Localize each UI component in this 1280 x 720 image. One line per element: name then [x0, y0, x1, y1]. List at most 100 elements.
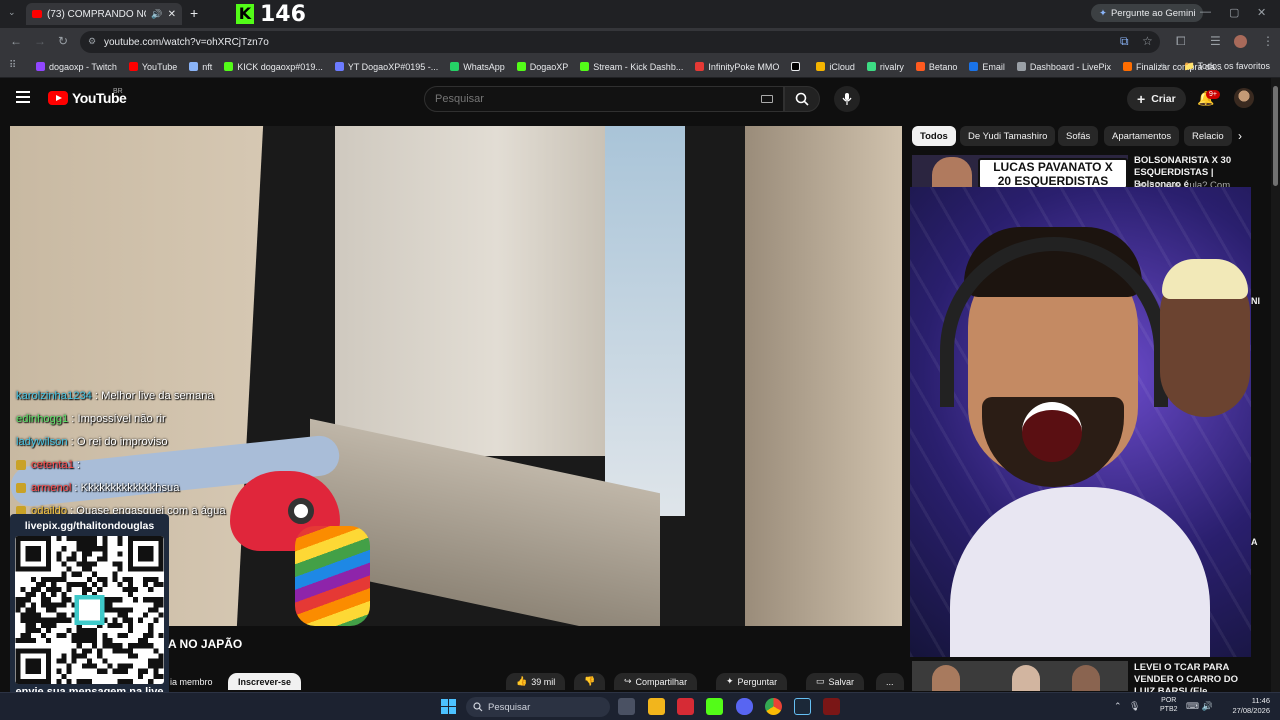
save-button[interactable]: ▭ Salvar — [806, 673, 865, 690]
address-bar[interactable]: ⚙ youtube.com/watch?v=ohXRCjTzn7o — [80, 31, 1160, 53]
close-window-icon[interactable]: ✕ — [1257, 6, 1266, 19]
bookmark-item[interactable]: Email — [969, 62, 1005, 72]
clock-date: 27/08/2026 — [1232, 706, 1270, 715]
bookmark-star-icon[interactable]: ☆ — [1142, 34, 1153, 48]
apps-grid-icon[interactable]: ⠿ — [9, 60, 16, 71]
voice-search-button[interactable] — [834, 86, 860, 112]
crown-badge-icon — [16, 482, 26, 493]
filter-chip[interactable]: De Yudi Tamashiro — [960, 126, 1056, 146]
windows-start-icon[interactable] — [441, 699, 456, 714]
audio-playing-icon[interactable]: 🔊 — [151, 9, 162, 20]
tab-title: (73) COMPRANDO NOSSA — [47, 8, 146, 20]
ask-label: Perguntar — [737, 676, 778, 687]
qr-code-icon — [15, 536, 164, 684]
chat-message: karolzinha1234: Melhor live da semana — [16, 384, 316, 407]
bookmark-item[interactable]: YT DogaoXP#0195 -... — [334, 62, 438, 72]
recommendation-large-thumbnail[interactable] — [910, 187, 1251, 657]
all-bookmarks-folder[interactable]: 📁 Todos os favoritos — [1184, 61, 1270, 72]
close-tab-icon[interactable]: ✕ — [168, 9, 176, 20]
more-bookmarks-icon[interactable]: » — [1160, 60, 1166, 71]
ask-button[interactable]: ✦ Perguntar — [716, 673, 788, 690]
scrollbar-thumb[interactable] — [1273, 86, 1278, 186]
steam-icon[interactable] — [794, 698, 811, 715]
recommendation-thumbnail[interactable]: LUCAS PAVANATO X 20 ESQUERDISTAS — [912, 155, 1128, 189]
bookmark-item[interactable]: Betano — [915, 62, 957, 72]
bookmark-item[interactable]: InfinityPoke MMO — [695, 62, 779, 72]
bookmark-favicon-icon — [816, 62, 826, 71]
new-tab-button[interactable]: + — [190, 5, 198, 21]
chips-next-arrow-icon[interactable]: › — [1238, 129, 1242, 143]
ask-gemini-button[interactable]: ✦ Pergunte ao Gemini — [1091, 4, 1204, 22]
bookmark-favicon-icon — [189, 62, 199, 71]
bookmark-item[interactable]: YouTube — [128, 62, 177, 72]
bookmark-label: Dashboard - LivePix — [1029, 61, 1111, 72]
search-input[interactable] — [424, 86, 784, 112]
discord-icon[interactable] — [736, 698, 753, 715]
task-view-icon[interactable] — [618, 698, 635, 715]
app-red-icon[interactable] — [677, 698, 694, 715]
bookmark-item[interactable]: Dashboard - LivePix — [1016, 61, 1111, 72]
guide-menu-icon[interactable] — [16, 91, 30, 103]
search-icon — [473, 702, 483, 712]
recommendation-thumbnail[interactable] — [912, 661, 1128, 691]
filter-chip[interactable]: Relacio — [1184, 126, 1232, 146]
reading-list-icon[interactable]: ☰ — [1210, 34, 1221, 48]
share-button[interactable]: ↪ Compartilhar — [614, 673, 698, 690]
thumbnail-person — [1012, 665, 1040, 691]
taskbar-search[interactable]: Pesquisar — [466, 697, 610, 717]
back-icon[interactable]: ← — [10, 34, 22, 48]
create-button[interactable]: + Criar — [1127, 87, 1186, 111]
bookmark-item[interactable]: iCloud — [816, 62, 855, 72]
minimize-window-icon[interactable]: — — [1200, 6, 1211, 18]
file-explorer-icon[interactable] — [648, 698, 665, 715]
network-volume-icons[interactable]: ⌨ 🔊 — [1186, 701, 1213, 712]
more-actions-button[interactable]: ... — [876, 673, 904, 690]
bookmark-item[interactable]: DogaoXP — [516, 61, 569, 72]
chat-message: ladywilson: O rei do improviso — [16, 430, 316, 453]
windows-taskbar: Pesquisar ⌃ 🎙 POR PTB2 ⌨ 🔊 11:46 27/08/2… — [0, 692, 1280, 720]
bookmark-item[interactable] — [791, 62, 804, 71]
bookmark-item[interactable]: dogaoxp - Twitch — [36, 62, 117, 72]
bookmark-item[interactable]: WhatsApp — [450, 62, 505, 72]
subscribe-button[interactable]: Inscrever-se — [228, 673, 302, 690]
crown-badge-icon — [16, 459, 26, 470]
system-tray-icons[interactable]: ⌃ 🎙 — [1114, 701, 1140, 712]
account-avatar[interactable] — [1234, 88, 1254, 108]
chat-text: : O rei do improviso — [70, 435, 168, 448]
edge-text: A — [1251, 537, 1258, 547]
tab-list-dropdown-icon[interactable]: ⌄ — [8, 7, 16, 18]
taskbar-clock[interactable]: 11:46 27/08/2026 — [1218, 696, 1270, 716]
bookmark-item[interactable]: Stream - Kick Dashb... — [580, 62, 683, 72]
forward-icon[interactable]: → — [34, 34, 46, 48]
join-membership-button[interactable]: ia membro — [160, 673, 223, 690]
browser-tab-youtube[interactable]: (73) COMPRANDO NOSSA 🔊 ✕ — [26, 3, 182, 25]
reload-icon[interactable]: ↻ — [58, 34, 68, 48]
maximize-window-icon[interactable]: ▢ — [1229, 6, 1239, 19]
bookmark-label: DogaoXP — [529, 61, 569, 72]
browser-toolbar: ← → ↻ ⚙ youtube.com/watch?v=ohXRCjTzn7o … — [0, 28, 1280, 56]
site-info-icon[interactable]: ⚙ — [88, 36, 96, 47]
browser-menu-icon[interactable]: ⋮ — [1262, 34, 1274, 48]
translate-icon[interactable]: ⧉ — [1120, 34, 1129, 49]
bookmark-item[interactable]: KICK dogaoxp#019... — [224, 62, 323, 72]
chrome-icon[interactable] — [765, 698, 782, 715]
dislike-button[interactable]: 👎 — [574, 673, 606, 690]
input-language[interactable]: POR PTB2 — [1160, 696, 1178, 714]
video-actions-row: ia membro Inscrever-se 👍 39 mil 👎 ↪ Comp… — [0, 673, 910, 690]
app-v-icon[interactable] — [823, 698, 840, 715]
filter-chip[interactable]: Apartamentos — [1104, 126, 1180, 146]
kick-app-icon[interactable] — [706, 698, 723, 715]
extensions-icon[interactable]: ⧠ — [1176, 34, 1186, 49]
like-button[interactable]: 👍 39 mil — [506, 673, 566, 690]
bookmark-label: Email — [982, 61, 1005, 72]
filter-chip[interactable]: Todos — [912, 126, 956, 146]
bookmark-label: rivalry — [879, 61, 904, 72]
filter-chip[interactable]: Sofás — [1058, 126, 1099, 146]
keyboard-icon[interactable] — [761, 95, 773, 103]
profile-avatar[interactable] — [1234, 35, 1247, 48]
bookmark-item[interactable]: rivalry — [866, 61, 904, 72]
youtube-favicon-icon — [32, 10, 42, 18]
search-button[interactable] — [784, 86, 820, 112]
share-icon: ↪ — [624, 676, 632, 686]
bookmark-item[interactable]: nft — [189, 62, 212, 72]
